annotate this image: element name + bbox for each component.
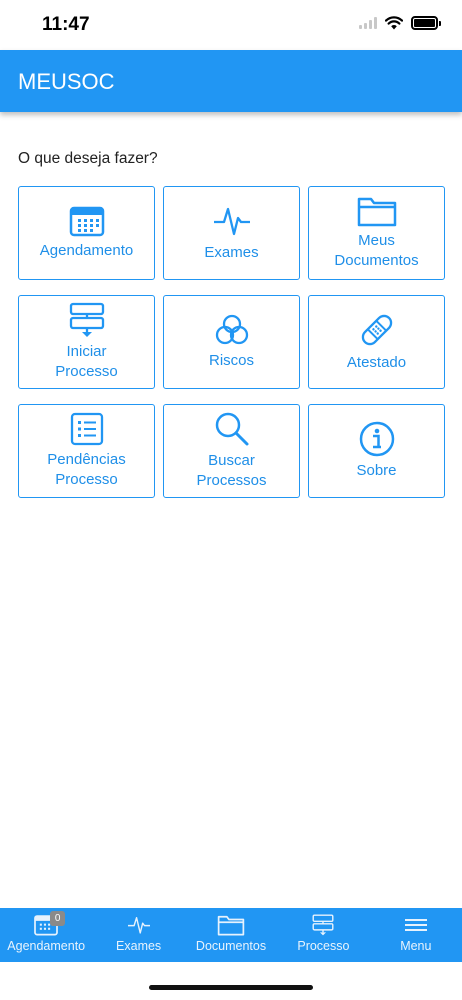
status-icons bbox=[359, 16, 441, 30]
signal-icon bbox=[359, 17, 377, 29]
status-bar: 11:47 bbox=[0, 0, 462, 50]
tab-menu[interactable]: Menu bbox=[370, 908, 462, 962]
tab-label: Processo bbox=[297, 939, 350, 953]
tile-exames[interactable]: Exames bbox=[163, 186, 300, 280]
tile-label: Iniciar Processo bbox=[55, 343, 118, 380]
pulse-icon bbox=[127, 916, 150, 934]
process-icon bbox=[312, 914, 334, 936]
risks-icon bbox=[215, 314, 248, 345]
tab-label: Documentos bbox=[195, 939, 267, 953]
home-indicator[interactable] bbox=[149, 985, 313, 990]
tile-label: Exames bbox=[204, 244, 259, 261]
info-icon bbox=[359, 421, 394, 457]
tile-buscar-processos[interactable]: Buscar Processos bbox=[163, 404, 300, 498]
tab-processo[interactable]: Processo bbox=[277, 908, 369, 962]
tile-meus-documentos[interactable]: Meus Documentos bbox=[308, 186, 445, 280]
folder-icon bbox=[357, 197, 396, 227]
tab-agendamento[interactable]: 0 Agendamento bbox=[0, 908, 92, 962]
tile-label: Buscar Processos bbox=[196, 452, 267, 489]
tab-exames[interactable]: Exames bbox=[92, 908, 184, 962]
app-title: MEUSOC bbox=[18, 69, 115, 94]
tile-riscos[interactable]: Riscos bbox=[163, 295, 300, 389]
tab-label: Agendamento bbox=[7, 939, 86, 953]
action-grid: Agendamento Exames Meus Documentos Inici… bbox=[18, 186, 445, 498]
tile-iniciar-processo[interactable]: Iniciar Processo bbox=[18, 295, 155, 389]
process-icon bbox=[69, 302, 104, 337]
bandage-icon bbox=[361, 314, 392, 346]
tile-label: Pendências Processo bbox=[47, 451, 126, 488]
tile-pendencias-processo[interactable]: Pendências Processo bbox=[18, 404, 155, 498]
battery-icon bbox=[411, 16, 441, 30]
status-time: 11:47 bbox=[42, 14, 90, 35]
wifi-icon bbox=[385, 16, 403, 30]
tab-documentos[interactable]: Documentos bbox=[185, 908, 277, 962]
folder-icon bbox=[217, 915, 245, 936]
tile-label: Atestado bbox=[346, 354, 407, 371]
tile-agendamento[interactable]: Agendamento bbox=[18, 186, 155, 280]
app-header: MEUSOC bbox=[0, 50, 462, 112]
tile-label: Sobre bbox=[356, 462, 397, 479]
tile-label: Riscos bbox=[208, 352, 254, 369]
tile-label: Agendamento bbox=[39, 242, 134, 259]
tile-sobre[interactable]: Sobre bbox=[308, 404, 445, 498]
notification-badge: 0 bbox=[50, 911, 66, 926]
tile-atestado[interactable]: Atestado bbox=[308, 295, 445, 389]
tab-label: Menu bbox=[400, 939, 432, 953]
calendar-icon bbox=[69, 206, 104, 237]
pulse-icon bbox=[213, 207, 250, 236]
search-icon bbox=[215, 412, 248, 446]
tile-label: Meus Documentos bbox=[334, 232, 419, 269]
tab-label: Exames bbox=[116, 939, 162, 953]
prompt-text: O que deseja fazer? bbox=[18, 150, 158, 167]
list-icon bbox=[70, 412, 103, 446]
bottom-tab-bar: 0 Agendamento Exames Documentos Processo bbox=[0, 908, 462, 962]
menu-icon bbox=[404, 919, 427, 931]
